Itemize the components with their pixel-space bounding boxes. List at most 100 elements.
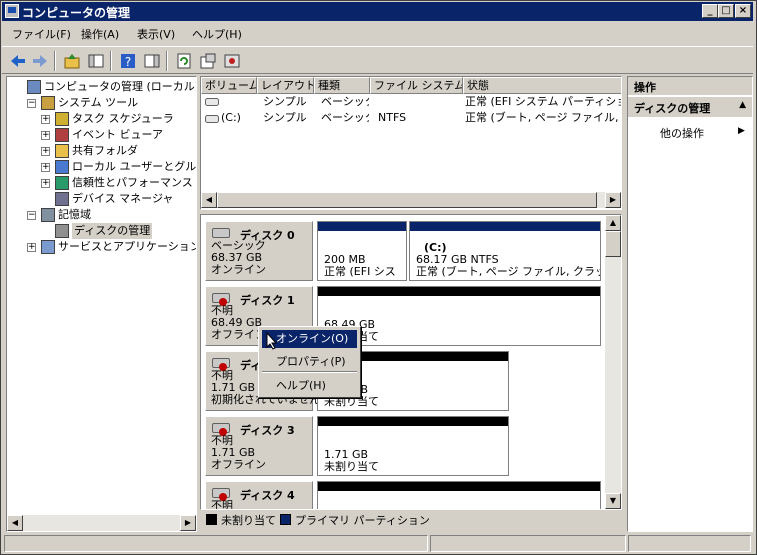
local-users-icon <box>55 160 69 174</box>
context-menu-separator <box>262 371 357 373</box>
tree-item[interactable]: + タスク スケジューラ <box>7 111 196 127</box>
forward-arrow-icon[interactable] <box>30 51 50 71</box>
column-header-filesystem[interactable]: ファイル システム <box>370 77 463 94</box>
scroll-right-button[interactable]: ▶ <box>605 192 621 208</box>
actions-section-disk-management[interactable]: ディスクの管理 ▲ <box>628 97 752 117</box>
disk-error-icon <box>212 358 230 371</box>
legend-unallocated-swatch <box>206 514 217 525</box>
volume-list[interactable]: ボリューム レイアウト 種類 ファイル システム 状態 シンプル ベーシック 正… <box>200 76 622 210</box>
tree-item-label: 記憶域 <box>58 208 91 221</box>
tree-item[interactable]: + 信頼性とパフォーマンス <box>7 175 196 191</box>
expand-icon[interactable]: + <box>41 163 50 172</box>
disk-info-line: 不明 <box>211 499 233 510</box>
unallocated-partition[interactable]: 1.71 GB未割り当て <box>317 416 509 476</box>
tree-item[interactable]: − 記憶域 <box>7 207 196 223</box>
scroll-left-button[interactable]: ◀ <box>7 515 23 531</box>
tree-item[interactable]: デバイス マネージャ <box>7 191 196 207</box>
submenu-arrow-icon: ▶ <box>738 126 745 136</box>
scroll-up-button[interactable]: ▲ <box>605 215 621 231</box>
column-header-volume[interactable]: ボリューム <box>201 77 257 94</box>
menu-file[interactable]: ファイル(F) <box>12 26 71 42</box>
tree-item[interactable]: ディスクの管理 <box>7 223 196 239</box>
volume-name[interactable]: (C:) <box>221 110 255 126</box>
volume-list-hscrollbar[interactable]: ◀ ▶ <box>201 192 621 208</box>
tree-item-label: イベント ビューア <box>72 128 164 141</box>
tree-item[interactable]: コンピュータの管理 (ローカル) <box>7 79 196 95</box>
maximize-button[interactable]: □ <box>718 4 734 18</box>
show-hide-action-pane-icon[interactable] <box>142 51 162 71</box>
scroll-right-button[interactable]: ▶ <box>180 515 196 531</box>
context-menu-properties[interactable]: プロパティ(P) <box>262 353 357 371</box>
refresh-icon[interactable] <box>174 51 194 71</box>
primary-partition[interactable]: (C:)68.17 GB NTFS正常 (ブート, ページ ファイル, クラッシ… <box>409 221 601 281</box>
primary-partition[interactable]: 200 MB 正常 (EFI シス <box>317 221 407 281</box>
system-tools-icon <box>41 96 55 110</box>
tree-item[interactable]: − システム ツール <box>7 95 196 111</box>
partition-color-bar <box>410 222 600 231</box>
tree-item-label: コンピュータの管理 (ローカル) <box>44 80 197 93</box>
collapse-icon[interactable]: − <box>27 99 36 108</box>
actions-header: 操作 <box>628 77 752 95</box>
disk-header[interactable]: ディスク 3 不明 1.71 GB オフライン <box>205 416 313 476</box>
help-icon[interactable]: ? <box>118 51 138 71</box>
minimize-button[interactable]: _ <box>702 4 718 18</box>
tree-item[interactable]: + サービスとアプリケーション <box>7 239 196 255</box>
partition-info-line: 正常 (EFI シス <box>324 266 396 278</box>
expand-icon[interactable]: + <box>27 243 36 252</box>
disk-icon <box>212 228 230 238</box>
disk-header[interactable]: ディスク 0 ベーシック 68.37 GB オンライン <box>205 221 313 281</box>
scroll-left-button[interactable]: ◀ <box>201 192 217 208</box>
up-folder-icon[interactable] <box>62 51 82 71</box>
partition-info-line: 68.17 GB NTFS <box>416 254 499 266</box>
settings-icon[interactable] <box>222 51 242 71</box>
disk-view-vscrollbar[interactable]: ▲ ▼ <box>605 215 621 509</box>
properties-icon[interactable] <box>198 51 218 71</box>
disk-header[interactable]: ディスク 4 不明 <box>205 481 313 510</box>
tree-item[interactable]: + イベント ビューア <box>7 127 196 143</box>
scroll-down-button[interactable]: ▼ <box>605 493 621 509</box>
legend-primary-label: プライマリ パーティション <box>295 514 430 527</box>
menu-help[interactable]: ヘルプ(H) <box>192 26 242 42</box>
actions-section-label: ディスクの管理 <box>634 102 711 115</box>
partition-info-line: 未割り当て <box>324 461 379 473</box>
expand-icon[interactable]: + <box>41 147 50 156</box>
disk-management-icon <box>55 224 69 238</box>
console-tree[interactable]: コンピュータの管理 (ローカル) − システム ツール + タスク スケジューラ + イベン… <box>6 76 197 532</box>
close-button[interactable]: × <box>735 4 751 18</box>
storage-icon <box>41 208 55 222</box>
title-bar[interactable]: コンピュータの管理 _ □ × <box>2 2 753 21</box>
tree-item-label: ローカル ユーザーとグループ <box>72 160 197 173</box>
scroll-thumb[interactable] <box>605 231 621 257</box>
column-header-type[interactable]: 種類 <box>314 77 370 94</box>
services-apps-icon <box>41 240 55 254</box>
back-arrow-icon[interactable] <box>8 51 28 71</box>
column-header-status[interactable]: 状態 <box>463 77 621 94</box>
legend-primary-swatch <box>280 514 291 525</box>
show-hide-tree-icon[interactable] <box>86 51 106 71</box>
expand-icon[interactable]: + <box>41 179 50 188</box>
tree-item-label: サービスとアプリケーション <box>58 240 197 253</box>
more-actions-item[interactable]: 他の操作 <box>660 125 704 141</box>
tree-item[interactable]: + ローカル ユーザーとグループ <box>7 159 196 175</box>
expand-icon[interactable]: + <box>41 115 50 124</box>
collapse-icon[interactable]: − <box>27 211 36 220</box>
volume-type: ベーシック <box>321 95 369 108</box>
disk-info-line: オンライン <box>211 263 266 276</box>
volume-drive-icon <box>205 98 219 106</box>
tree-hscrollbar[interactable]: ◀ ▶ <box>7 515 196 531</box>
partition-color-bar <box>318 287 600 296</box>
tree-item-label: 信頼性とパフォーマンス <box>72 176 193 189</box>
expand-icon[interactable]: + <box>41 131 50 140</box>
menu-view[interactable]: 表示(V) <box>137 26 175 42</box>
menu-action[interactable]: 操作(A) <box>81 26 119 42</box>
column-header-layout[interactable]: レイアウト <box>257 77 314 94</box>
actions-pane: 操作 ディスクの管理 ▲ 他の操作 ▶ <box>627 76 753 532</box>
tree-item[interactable]: + 共有フォルダ <box>7 143 196 159</box>
status-panel <box>430 535 626 552</box>
status-panel <box>628 535 751 552</box>
scroll-thumb[interactable] <box>217 192 597 208</box>
collapse-arrow-icon[interactable]: ▲ <box>739 100 746 110</box>
unallocated-partition[interactable] <box>317 481 601 509</box>
context-menu-help[interactable]: ヘルプ(H) <box>262 377 357 395</box>
menu-bar: ファイル(F) 操作(A) 表示(V) ヘルプ(H) <box>2 22 753 44</box>
